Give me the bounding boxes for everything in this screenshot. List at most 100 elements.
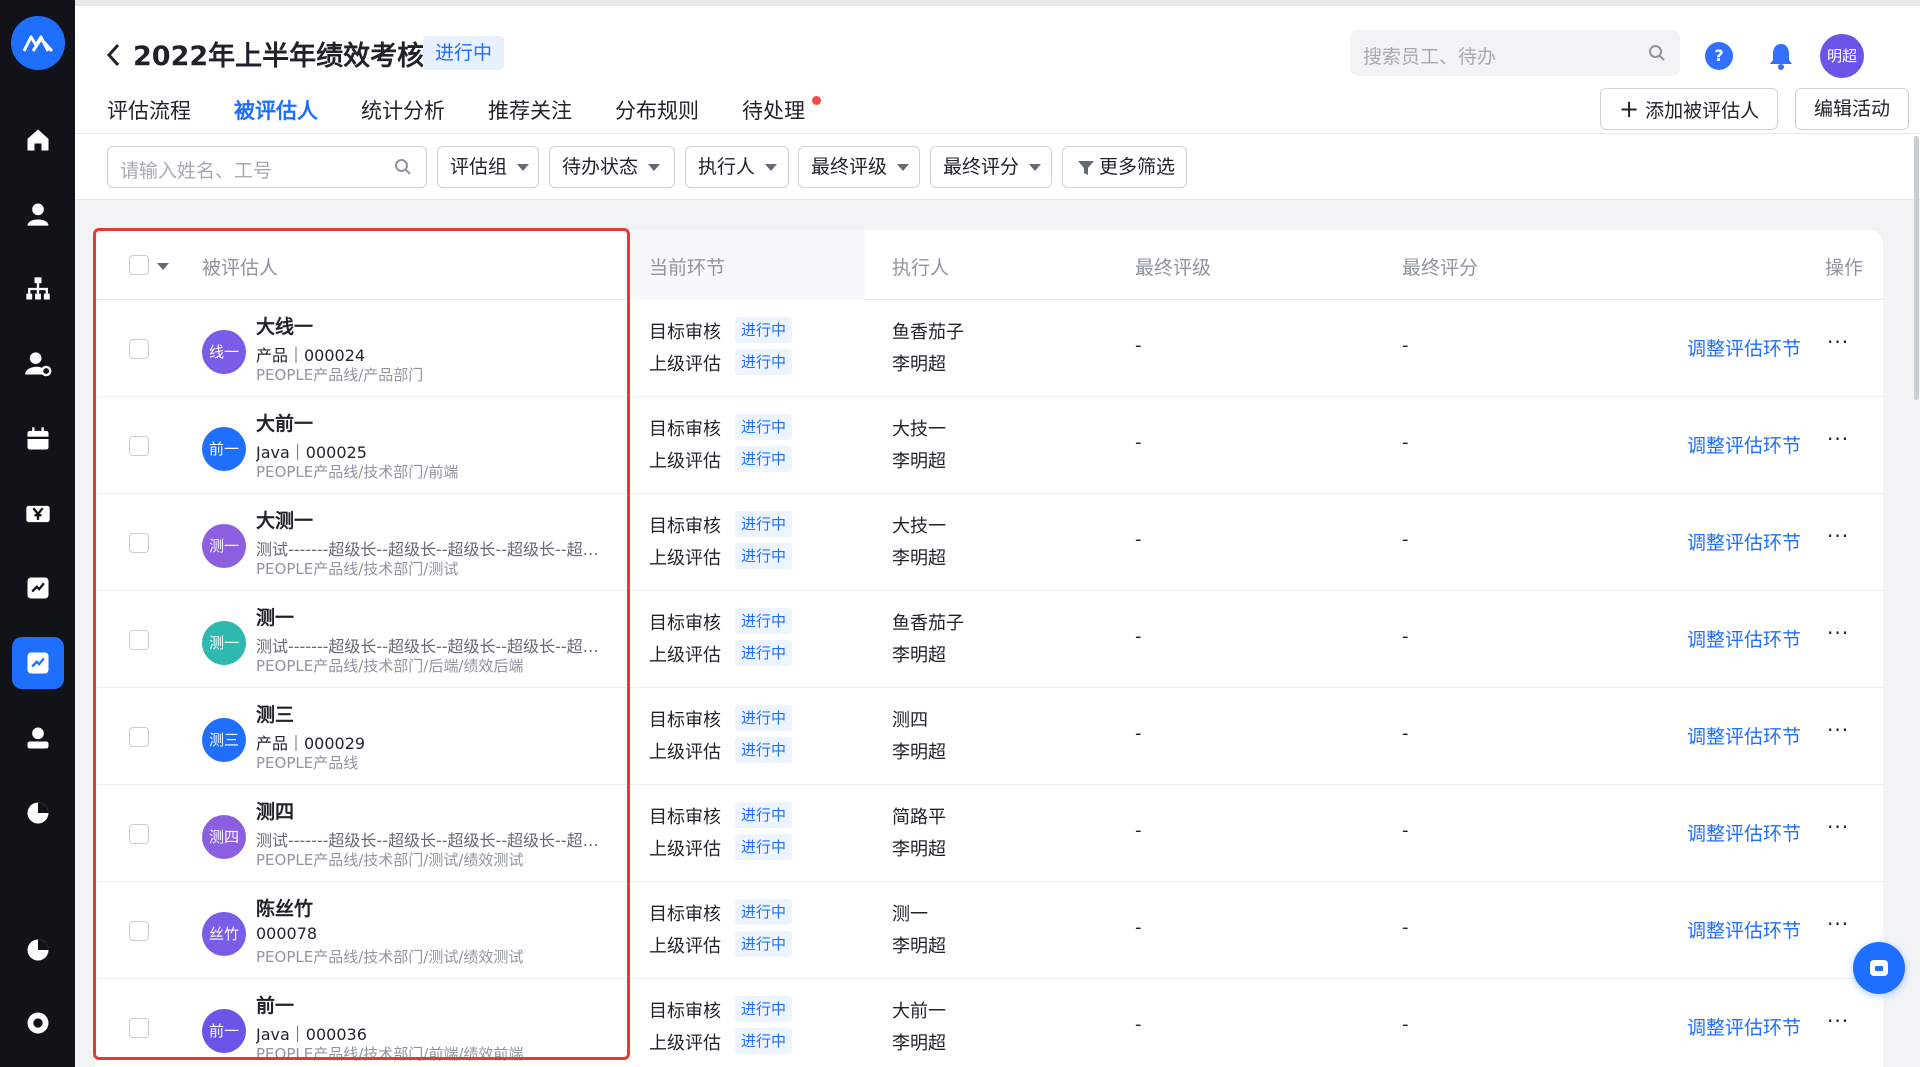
filter-grade-dropdown[interactable]: 最终评级 bbox=[798, 146, 920, 188]
row-more-button[interactable]: ··· bbox=[1827, 718, 1849, 742]
row-more-button[interactable]: ··· bbox=[1827, 330, 1849, 354]
more-filters-button[interactable]: 更多筛选 bbox=[1062, 146, 1187, 188]
adjust-stage-link[interactable]: 调整评估环节 bbox=[1687, 819, 1801, 846]
evaluatee-avatar: 前一 bbox=[202, 1009, 246, 1053]
status-badge: 进行中 bbox=[423, 36, 505, 70]
row-checkbox[interactable] bbox=[129, 436, 149, 456]
app-logo-icon[interactable] bbox=[11, 16, 65, 70]
executor-name: 李明超 bbox=[892, 645, 946, 666]
final-score: - bbox=[1402, 335, 1409, 356]
final-grade: - bbox=[1135, 432, 1142, 453]
global-search-input[interactable]: 搜索员工、待办 bbox=[1350, 30, 1680, 76]
row-more-button[interactable]: ··· bbox=[1827, 524, 1849, 548]
settings-icon[interactable] bbox=[12, 997, 64, 1049]
stage-status-badge: 进行中 bbox=[735, 996, 793, 1022]
evaluatee-position: 产品｜000029 bbox=[256, 734, 366, 753]
performance-icon[interactable] bbox=[12, 637, 64, 689]
evaluatee-department: PEOPLE产品线/产品部门 bbox=[256, 366, 424, 384]
select-all-checkbox[interactable] bbox=[129, 255, 149, 275]
adjust-stage-link[interactable]: 调整评估环节 bbox=[1687, 722, 1801, 749]
notification-bell-icon[interactable] bbox=[1767, 41, 1795, 71]
row-more-button[interactable]: ··· bbox=[1827, 1009, 1849, 1033]
person-icon[interactable] bbox=[12, 712, 64, 764]
add-evaluatee-button[interactable]: + 添加被评估人 bbox=[1600, 88, 1779, 130]
stage-name: 目标审核 bbox=[649, 1001, 721, 1022]
pie-chart-icon[interactable] bbox=[12, 787, 64, 839]
final-grade: - bbox=[1135, 820, 1142, 841]
stage-status-badge: 进行中 bbox=[735, 414, 793, 440]
final-score: - bbox=[1402, 1014, 1409, 1035]
back-arrow-icon[interactable] bbox=[103, 40, 125, 70]
name-search-input[interactable]: 请输入姓名、工号 bbox=[107, 146, 427, 188]
evaluatee-department: PEOPLE产品线/技术部门/测试/绩效测试 bbox=[256, 948, 524, 966]
evaluatee-avatar: 线一 bbox=[202, 330, 246, 374]
stage-name: 上级评估 bbox=[649, 548, 721, 569]
evaluatee-position: 测试-------超级长--超级长--超级长--超级长--超级长 bbox=[256, 637, 601, 656]
salary-icon[interactable] bbox=[12, 488, 64, 540]
row-checkbox[interactable] bbox=[129, 1018, 149, 1038]
scrollbar-thumb[interactable] bbox=[1914, 136, 1919, 400]
stage-name: 目标审核 bbox=[649, 904, 721, 925]
evaluatee-department: PEOPLE产品线/技术部门/前端 bbox=[256, 463, 459, 481]
filter-group-dropdown[interactable]: 评估组 bbox=[437, 146, 539, 188]
row-checkbox[interactable] bbox=[129, 824, 149, 844]
row-checkbox[interactable] bbox=[129, 339, 149, 359]
evaluatee-position: 测试-------超级长--超级长--超级长--超级长--超级长 bbox=[256, 831, 601, 850]
evaluatee-avatar: 前一 bbox=[202, 427, 246, 471]
home-icon[interactable] bbox=[12, 114, 64, 166]
review-icon[interactable] bbox=[12, 562, 64, 614]
help-icon[interactable]: ? bbox=[1705, 42, 1733, 70]
adjust-stage-link[interactable]: 调整评估环节 bbox=[1687, 334, 1801, 361]
executor-name: 测一 bbox=[892, 904, 928, 925]
user-icon[interactable] bbox=[12, 188, 64, 240]
row-more-button[interactable]: ··· bbox=[1827, 427, 1849, 451]
filter-executor-dropdown[interactable]: 执行人 bbox=[685, 146, 789, 188]
filter-grade-label: 最终评级 bbox=[811, 156, 888, 178]
stage-status-badge: 进行中 bbox=[735, 543, 793, 569]
page-title: 2022年上半年绩效考核 bbox=[133, 41, 425, 72]
chevron-down-icon bbox=[517, 164, 530, 171]
adjust-stage-link[interactable]: 调整评估环节 bbox=[1687, 916, 1801, 943]
adjust-stage-link[interactable]: 调整评估环节 bbox=[1687, 431, 1801, 458]
calendar-icon[interactable] bbox=[12, 413, 64, 465]
stage-status-badge: 进行中 bbox=[735, 737, 793, 763]
final-score: - bbox=[1402, 432, 1409, 453]
evaluatee-name: 大前一 bbox=[256, 413, 314, 435]
evaluatee-name: 大测一 bbox=[256, 510, 314, 532]
chevron-down-icon[interactable] bbox=[157, 263, 169, 270]
edit-activity-button[interactable]: 编辑活动 bbox=[1795, 88, 1910, 130]
col-grade: 最终评级 bbox=[1135, 257, 1212, 279]
user-settings-icon[interactable] bbox=[12, 338, 64, 390]
adjust-stage-link[interactable]: 调整评估环节 bbox=[1687, 1013, 1801, 1040]
org-chart-icon[interactable] bbox=[12, 263, 64, 315]
row-checkbox[interactable] bbox=[129, 630, 149, 650]
user-avatar[interactable]: 明超 bbox=[1820, 34, 1864, 78]
table-row: 线一 大线一 产品｜000024 PEOPLE产品线/产品部门 目标审核 进行中… bbox=[95, 300, 1883, 397]
report-icon[interactable] bbox=[12, 924, 64, 976]
evaluatee-department: PEOPLE产品线/技术部门/后端/绩效后端 bbox=[256, 657, 524, 675]
executor-name: 李明超 bbox=[892, 548, 946, 569]
stage-status-badge: 进行中 bbox=[735, 608, 793, 634]
evaluatee-department: PEOPLE产品线/技术部门/测试/绩效测试 bbox=[256, 851, 524, 869]
executor-name: 李明超 bbox=[892, 1033, 946, 1054]
row-checkbox[interactable] bbox=[129, 921, 149, 941]
filter-score-dropdown[interactable]: 最终评分 bbox=[930, 146, 1052, 188]
adjust-stage-link[interactable]: 调整评估环节 bbox=[1687, 528, 1801, 555]
stage-status-badge: 进行中 bbox=[735, 802, 793, 828]
col-op: 操作 bbox=[1825, 257, 1864, 279]
final-grade: - bbox=[1135, 335, 1142, 356]
row-more-button[interactable]: ··· bbox=[1827, 912, 1849, 936]
stage-name: 上级评估 bbox=[649, 451, 721, 472]
filter-status-dropdown[interactable]: 待办状态 bbox=[549, 146, 675, 188]
col-name: 被评估人 bbox=[202, 257, 279, 279]
evaluatee-position: Java｜000025 bbox=[256, 443, 367, 462]
filter-status-label: 待办状态 bbox=[562, 156, 639, 178]
row-checkbox[interactable] bbox=[129, 533, 149, 553]
row-more-button[interactable]: ··· bbox=[1827, 815, 1849, 839]
evaluatee-name: 测四 bbox=[256, 801, 295, 823]
row-more-button[interactable]: ··· bbox=[1827, 621, 1849, 645]
evaluatee-avatar: 丝竹 bbox=[202, 912, 246, 956]
chat-support-button[interactable] bbox=[1853, 942, 1905, 994]
adjust-stage-link[interactable]: 调整评估环节 bbox=[1687, 625, 1801, 652]
row-checkbox[interactable] bbox=[129, 727, 149, 747]
